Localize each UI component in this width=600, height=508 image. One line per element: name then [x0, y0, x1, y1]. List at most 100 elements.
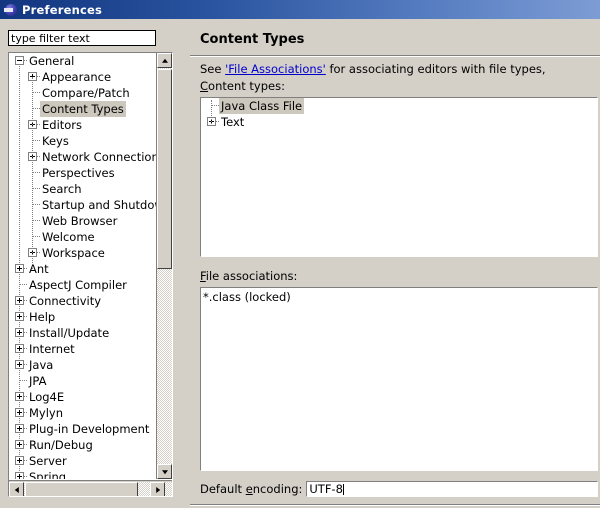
tree-item[interactable]: Spring [9, 469, 156, 479]
tree-item[interactable]: Run/Debug [9, 437, 156, 453]
text-caret [342, 484, 344, 495]
tree-item-label: Network Connection [42, 150, 156, 164]
tree-item[interactable]: Install/Update [9, 325, 156, 341]
chevron-up-icon [161, 58, 168, 63]
preferences-dialog: Preferences type filter text General Appe… [0, 0, 600, 508]
tree-guide-line [211, 100, 213, 124]
tree-item-label: Appearance [42, 70, 112, 84]
tree-item-label: Web Browser [42, 214, 118, 228]
bottom-separator [190, 504, 600, 506]
tree-item-label: Welcome [42, 230, 95, 244]
tree-item[interactable]: Java [9, 357, 156, 373]
tree-item[interactable]: Mylyn [9, 405, 156, 421]
tree-hscroll-left-button[interactable] [9, 482, 24, 496]
tree-vscroll-up-button[interactable] [157, 53, 172, 68]
default-encoding-input[interactable]: UTF-8 [306, 481, 598, 497]
tree-collapse-icon[interactable] [15, 56, 24, 65]
tree-item-label: Compare/Patch [42, 86, 130, 100]
tree-item-label: Mylyn [29, 406, 64, 420]
tree-item-label: AspectJ Compiler [29, 278, 127, 292]
tree-item-label: Log4E [29, 390, 65, 404]
content-types-label: Content types: [200, 79, 285, 94]
tree-expand-icon[interactable] [15, 296, 24, 305]
tree-item-label: Internet [29, 342, 75, 356]
tree-item[interactable]: Connectivity [9, 293, 156, 309]
tree-guide-line [19, 380, 27, 382]
window-titlebar[interactable]: Preferences [0, 0, 600, 19]
title-separator [190, 55, 600, 57]
tree-item-label: Editors [42, 118, 83, 132]
tree-item[interactable]: General [9, 53, 156, 69]
tree-item-label: Workspace [42, 246, 105, 260]
tree-item-label: Server [29, 454, 67, 468]
content-types-list[interactable]: Java Class File Text [200, 97, 598, 257]
tree-expand-icon[interactable] [15, 440, 24, 449]
description-suffix: for associating editors with file types, [325, 62, 546, 76]
tree-expand-icon[interactable] [15, 328, 24, 337]
tree-item-label: Perspectives [42, 166, 115, 180]
file-associations-label-rest: ile associations: [205, 269, 298, 283]
chevron-left-icon [14, 486, 19, 493]
content-types-label-rest: ontent types: [208, 79, 285, 93]
content-types-label-mnemonic: C [200, 79, 209, 93]
tree-item[interactable]: AspectJ Compiler [9, 277, 156, 293]
chevron-right-icon [155, 486, 160, 493]
tree-item-label: Content Types [40, 101, 126, 117]
filter-input[interactable]: type filter text [8, 30, 156, 46]
tree-item[interactable]: JPA [9, 373, 156, 389]
tree-item-label: Plug-in Development [29, 422, 150, 436]
window-title: Preferences [22, 2, 103, 17]
description-prefix: See [200, 62, 226, 76]
default-encoding-row: Default encoding: UTF-8 [200, 480, 598, 498]
preferences-tree[interactable]: General Appearance Compare/Patch Content Ty… [8, 52, 173, 497]
tree-expand-icon[interactable] [15, 312, 24, 321]
default-encoding-label: Default encoding: [200, 482, 303, 496]
content-type-item-selected[interactable]: Java Class File [201, 98, 597, 114]
content-type-item[interactable]: Text [201, 114, 597, 130]
page-title: Content Types [200, 32, 305, 47]
tree-item-label: Keys [42, 134, 69, 148]
tree-item-label: JPA [29, 374, 47, 388]
tree-item[interactable]: Log4E [9, 389, 156, 405]
chevron-down-icon [161, 469, 168, 474]
tree-item[interactable]: Help [9, 309, 156, 325]
tree-item[interactable]: Plug-in Development [9, 421, 156, 437]
tree-item-label: Search [42, 182, 82, 196]
file-associations-list[interactable]: *.class (locked) [200, 287, 598, 471]
file-associations-link[interactable]: 'File Associations' [225, 62, 326, 76]
left-column: type filter text General Appearance Compar… [0, 19, 186, 508]
tree-item-label: Startup and Shutdown [42, 198, 156, 212]
default-encoding-value: UTF-8 [309, 482, 343, 496]
tree-expand-icon[interactable] [15, 424, 24, 433]
right-panel: Content Types See 'File Associations' fo… [190, 19, 600, 508]
tree-expand-icon[interactable] [15, 408, 24, 417]
tree-item[interactable]: Internet [9, 341, 156, 357]
tree-hscroll-right-button[interactable] [150, 482, 165, 496]
tree-item-label: Help [29, 310, 56, 324]
tree-item-label: Spring [29, 470, 67, 479]
tree-expand-icon[interactable] [15, 264, 24, 273]
tree-guide-line [19, 284, 27, 286]
file-association-item[interactable]: *.class (locked) [203, 290, 597, 305]
tree-vscroll-thumb[interactable] [157, 69, 172, 269]
tree-viewport: General Appearance Compare/Patch Content Ty… [9, 53, 156, 479]
tree-item-label: Java [29, 358, 54, 372]
tree-vscroll-down-button[interactable] [157, 464, 172, 479]
description-line: See 'File Associations' for associating … [200, 62, 598, 77]
tree-item-label: Run/Debug [29, 438, 93, 452]
file-associations-label: File associations: [200, 269, 297, 284]
tree-guide-line [32, 77, 34, 269]
tree-expand-icon[interactable] [15, 344, 24, 353]
tree-expand-icon[interactable] [15, 360, 24, 369]
content-type-label: Java Class File [219, 98, 305, 114]
tree-horizontal-scrollbar[interactable] [9, 480, 172, 496]
tree-expand-icon[interactable] [15, 392, 24, 401]
eclipse-preferences-icon [4, 3, 18, 17]
tree-item-label: General [29, 54, 75, 68]
tree-expand-icon[interactable] [15, 472, 24, 479]
tree-item-label: Install/Update [29, 326, 110, 340]
tree-vertical-scrollbar[interactable] [156, 53, 172, 479]
tree-hscroll-thumb[interactable] [25, 482, 138, 496]
tree-expand-icon[interactable] [15, 456, 24, 465]
tree-item[interactable]: Server [9, 453, 156, 469]
